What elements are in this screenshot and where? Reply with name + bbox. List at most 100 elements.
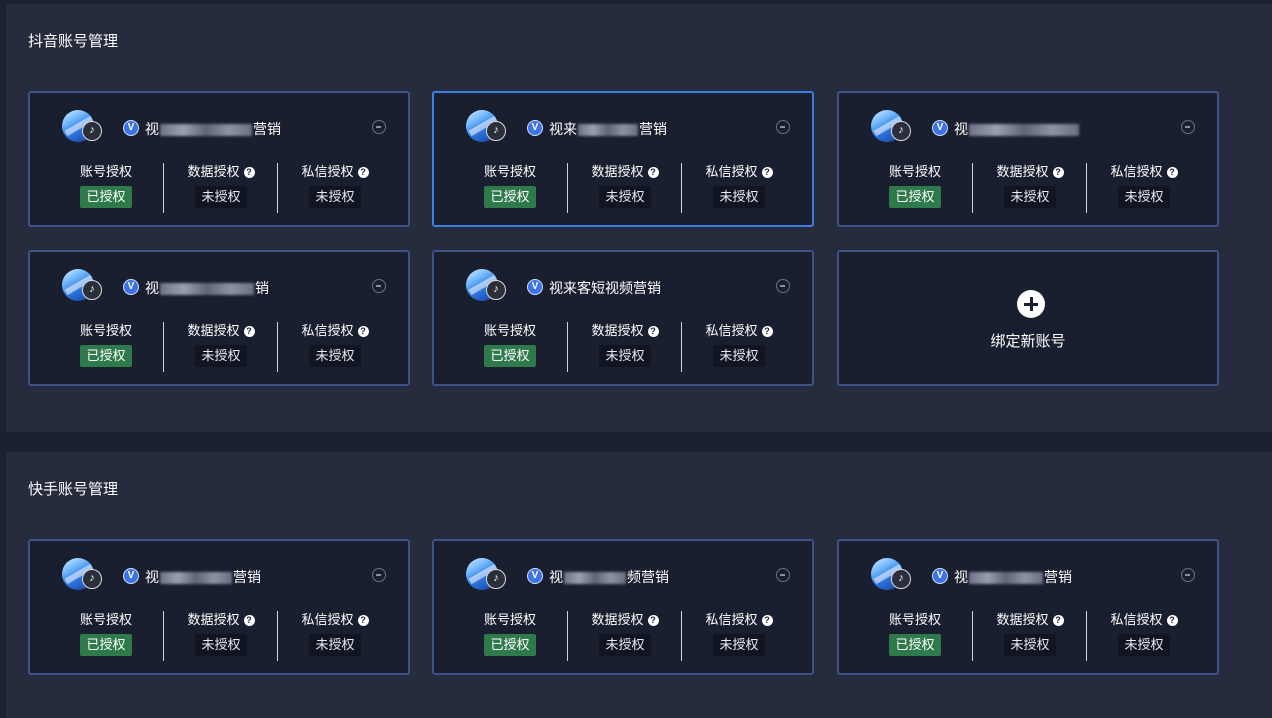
data-auth-column: 数据授权? 未授权 bbox=[567, 611, 682, 661]
help-icon[interactable]: ? bbox=[357, 615, 369, 626]
unbind-button[interactable] bbox=[372, 279, 386, 293]
account-auth-column: 账号授权 已授权 bbox=[49, 611, 163, 661]
help-icon[interactable]: ? bbox=[243, 326, 255, 337]
status-badge: 已授权 bbox=[889, 634, 941, 656]
data-auth-column: 数据授权? 未授权 bbox=[163, 163, 278, 213]
message-auth-column: 私信授权? 未授权 bbox=[681, 322, 796, 372]
account-name: 视营销 bbox=[145, 121, 281, 137]
help-icon[interactable]: ? bbox=[357, 326, 369, 337]
help-icon[interactable]: ? bbox=[761, 167, 773, 178]
verified-icon: V bbox=[123, 568, 139, 584]
account-auth-column: 账号授权 已授权 bbox=[453, 611, 567, 661]
status-badge[interactable]: 未授权 bbox=[1004, 634, 1056, 656]
account-card[interactable]: ♪ V 视营销 账号授权 已授权 数据授权? 未授权 私信授权? 未授权 bbox=[28, 539, 410, 675]
account-card[interactable]: ♪ V 视频营销 账号授权 已授权 数据授权? 未授权 私信授权? 未授权 bbox=[432, 539, 814, 675]
status-badge[interactable]: 未授权 bbox=[1004, 186, 1056, 208]
account-auth-column: 账号授权 已授权 bbox=[49, 163, 163, 213]
unbind-button[interactable] bbox=[372, 568, 386, 582]
account-auth-column: 账号授权 已授权 bbox=[858, 163, 972, 213]
status-badge: 已授权 bbox=[80, 345, 132, 367]
tiktok-icon: ♪ bbox=[82, 121, 102, 141]
help-icon[interactable]: ? bbox=[647, 167, 659, 178]
tiktok-icon: ♪ bbox=[486, 121, 506, 141]
tiktok-icon: ♪ bbox=[486, 280, 506, 300]
account-card[interactable]: ♪ V 视销 账号授权 已授权 数据授权? 未授权 私信授权? 未授权 bbox=[28, 250, 410, 386]
tiktok-icon: ♪ bbox=[82, 280, 102, 300]
help-icon[interactable]: ? bbox=[647, 326, 659, 337]
status-badge: 已授权 bbox=[484, 186, 536, 208]
account-card[interactable]: ♪ V 视来客短视频营销 账号授权 已授权 数据授权? 未授权 私信授权? 未授… bbox=[432, 250, 814, 386]
account-card[interactable]: ♪ V 视营销 账号授权 已授权 数据授权? 未授权 私信授权? 未授权 bbox=[28, 91, 410, 227]
unbind-button[interactable] bbox=[1181, 120, 1195, 134]
status-badge[interactable]: 未授权 bbox=[195, 345, 247, 367]
help-icon[interactable]: ? bbox=[761, 615, 773, 626]
account-name: 视来 营销 bbox=[549, 121, 667, 137]
status-badge[interactable]: 未授权 bbox=[713, 634, 765, 656]
account-card[interactable]: ♪ V 视 账号授权 已授权 数据授权? 未授权 私信授权? 未授权 bbox=[837, 91, 1219, 227]
status-badge[interactable]: 未授权 bbox=[713, 186, 765, 208]
message-auth-column: 私信授权? 未授权 bbox=[681, 163, 796, 213]
status-badge: 已授权 bbox=[80, 634, 132, 656]
verified-icon: V bbox=[527, 568, 543, 584]
unbind-button[interactable] bbox=[1181, 568, 1195, 582]
account-name: 视来客短视频营销 bbox=[549, 280, 661, 296]
unbind-button[interactable] bbox=[776, 568, 790, 582]
status-badge[interactable]: 未授权 bbox=[713, 345, 765, 367]
help-icon[interactable]: ? bbox=[1166, 167, 1178, 178]
data-auth-column: 数据授权? 未授权 bbox=[972, 163, 1087, 213]
data-auth-column: 数据授权? 未授权 bbox=[567, 163, 682, 213]
status-badge[interactable]: 未授权 bbox=[309, 345, 361, 367]
account-card[interactable]: ♪ V 视来 营销 账号授权 已授权 数据授权? 未授权 私信授权? 未授权 bbox=[432, 91, 814, 227]
verified-icon: V bbox=[527, 120, 543, 136]
status-badge: 已授权 bbox=[889, 186, 941, 208]
plus-circle-icon bbox=[1017, 290, 1045, 318]
verified-icon: V bbox=[932, 120, 948, 136]
status-badge[interactable]: 未授权 bbox=[309, 186, 361, 208]
verified-icon: V bbox=[123, 120, 139, 136]
help-icon[interactable]: ? bbox=[1052, 167, 1064, 178]
help-icon[interactable]: ? bbox=[357, 167, 369, 178]
status-badge[interactable]: 未授权 bbox=[599, 634, 651, 656]
account-name: 视频营销 bbox=[549, 569, 669, 585]
status-badge[interactable]: 未授权 bbox=[599, 186, 651, 208]
verified-icon: V bbox=[932, 568, 948, 584]
help-icon[interactable]: ? bbox=[761, 326, 773, 337]
message-auth-column: 私信授权? 未授权 bbox=[1086, 163, 1201, 213]
help-icon[interactable]: ? bbox=[647, 615, 659, 626]
status-badge[interactable]: 未授权 bbox=[1118, 186, 1170, 208]
help-icon[interactable]: ? bbox=[1166, 615, 1178, 626]
tiktok-icon: ♪ bbox=[82, 569, 102, 589]
unbind-button[interactable] bbox=[372, 120, 386, 134]
account-name: 视营销 bbox=[145, 569, 261, 585]
data-auth-column: 数据授权? 未授权 bbox=[972, 611, 1087, 661]
account-name: 视销 bbox=[145, 280, 269, 296]
section-title: 快手账号管理 bbox=[28, 481, 119, 498]
status-badge[interactable]: 未授权 bbox=[599, 345, 651, 367]
message-auth-column: 私信授权? 未授权 bbox=[1086, 611, 1201, 661]
account-name: 视营销 bbox=[954, 569, 1072, 585]
unbind-button[interactable] bbox=[776, 120, 790, 134]
data-auth-column: 数据授权? 未授权 bbox=[163, 611, 278, 661]
data-auth-column: 数据授权? 未授权 bbox=[567, 322, 682, 372]
help-icon[interactable]: ? bbox=[243, 167, 255, 178]
status-badge: 已授权 bbox=[484, 345, 536, 367]
account-auth-column: 账号授权 已授权 bbox=[453, 322, 567, 372]
data-auth-column: 数据授权? 未授权 bbox=[163, 322, 278, 372]
help-icon[interactable]: ? bbox=[1052, 615, 1064, 626]
help-icon[interactable]: ? bbox=[243, 615, 255, 626]
status-badge: 已授权 bbox=[484, 634, 536, 656]
verified-icon: V bbox=[527, 279, 543, 295]
status-badge[interactable]: 未授权 bbox=[195, 186, 247, 208]
status-badge[interactable]: 未授权 bbox=[309, 634, 361, 656]
douyin-account-section: 抖音账号管理 ♪ V 视营销 账号授权 已授权 数据授权? 未授权 私信授权? … bbox=[6, 4, 1272, 432]
message-auth-column: 私信授权? 未授权 bbox=[277, 611, 392, 661]
message-auth-column: 私信授权? 未授权 bbox=[681, 611, 796, 661]
status-badge: 已授权 bbox=[80, 186, 132, 208]
bind-new-account-button[interactable]: 绑定新账号 bbox=[837, 250, 1219, 386]
message-auth-column: 私信授权? 未授权 bbox=[277, 322, 392, 372]
account-card[interactable]: ♪ V 视营销 账号授权 已授权 数据授权? 未授权 私信授权? 未授权 bbox=[837, 539, 1219, 675]
status-badge[interactable]: 未授权 bbox=[195, 634, 247, 656]
unbind-button[interactable] bbox=[776, 279, 790, 293]
bind-new-account-label: 绑定新账号 bbox=[990, 333, 1066, 350]
status-badge[interactable]: 未授权 bbox=[1118, 634, 1170, 656]
